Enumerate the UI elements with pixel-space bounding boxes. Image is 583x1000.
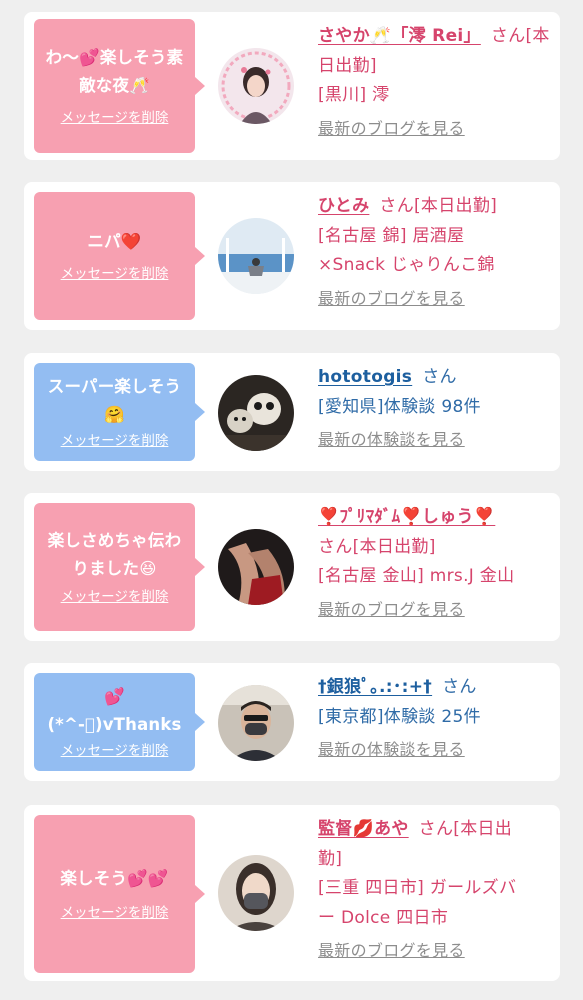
sender-status: さん[本日出勤] (379, 196, 498, 216)
avatar[interactable] (218, 218, 294, 294)
shop-label: [名古屋 金山] mrs.J 金山 (318, 566, 515, 586)
sender-name-link[interactable]: ❣️ﾌﾟﾘﾏﾀﾞﾑ❣️しゅう❣️ (318, 507, 495, 527)
shop-label: [黒川] 澪 (318, 85, 390, 105)
sender-info: ❣️ﾌﾟﾘﾏﾀﾞﾑ❣️しゅう❣️ さん[本日出勤] [名古屋 金山] mrs.J… (318, 503, 550, 624)
shop-label: [名古屋 錦] 居酒屋 ×Snack じゃりんこ錦 (318, 225, 495, 276)
sender-name-link[interactable]: 監督💋あや (318, 819, 409, 839)
sender-status: さん (422, 367, 457, 387)
delete-message-link[interactable]: メッセージを削除 (61, 431, 169, 451)
sender-name-link[interactable]: †銀狼ﾟ｡.:･:+† (318, 677, 432, 697)
latest-blog-link[interactable]: 最新のブログを見る (318, 115, 550, 143)
message-bubble: 💕 (*^-ﾟ)vThanks メッセージを削除 (34, 673, 205, 771)
list-item: 💕 (*^-ﾟ)vThanks メッセージを削除 †銀狼ﾟ｡.:･:+† さん [… (24, 663, 560, 781)
latest-blog-link[interactable]: 最新のブログを見る (318, 937, 550, 965)
message-bubble: 楽しそう💕💕 メッセージを削除 (34, 815, 205, 973)
message-bubble: わ〜💕楽しそう素 敵な夜🥂 メッセージを削除 (34, 19, 205, 153)
message-text: ニパ❤️ (87, 232, 142, 251)
avatar[interactable] (218, 685, 294, 761)
sender-status: さん[本日出勤] (318, 536, 436, 557)
message-bubble: 楽しさめちゃ伝わ りました😆 メッセージを削除 (34, 503, 205, 631)
avatar[interactable] (218, 529, 294, 605)
sender-info: 監督💋あや さん[本日出 勤] [三重 四日市] ガールズバ ー Dolce 四日… (318, 815, 550, 965)
latest-blog-link[interactable]: 最新のブログを見る (318, 596, 550, 624)
message-text: 楽しさめちゃ伝わ りました😆 (47, 531, 182, 578)
avatar[interactable] (218, 48, 294, 124)
sender-name-link[interactable]: さやか🥂「澪 Rei」 (318, 26, 481, 46)
message-text: スーパー楽しそう 🤗 (47, 377, 182, 424)
sender-name-link[interactable]: ひとみ (318, 196, 369, 216)
list-item: 楽しさめちゃ伝わ りました😆 メッセージを削除 ❣️ﾌﾟﾘﾏﾀﾞﾑ❣️しゅう❣️… (24, 493, 560, 641)
review-count-label: [愛知県]体験談 98件 (318, 396, 481, 417)
list-item: わ〜💕楽しそう素 敵な夜🥂 メッセージを削除 さやか🥂「澪 Rei」 さん[本日出… (24, 12, 560, 160)
delete-message-link[interactable]: メッセージを削除 (61, 741, 169, 761)
avatar[interactable] (218, 855, 294, 931)
sender-info: さやか🥂「澪 Rei」 さん[本日出勤] [黒川] 澪 最新のブログを見る (318, 22, 550, 143)
user-photo-icon (218, 855, 294, 931)
sender-info: †銀狼ﾟ｡.:･:+† さん [東京都]体験談 25件 最新の体験談を見る (318, 673, 550, 764)
list-item: スーパー楽しそう 🤗 メッセージを削除 hototogis さん [愛知県]体験談… (24, 353, 560, 471)
sender-info: ひとみ さん[本日出勤] [名古屋 錦] 居酒屋 ×Snack じゃりんこ錦 最新… (318, 192, 550, 313)
latest-review-link[interactable]: 最新の体験談を見る (318, 426, 550, 454)
user-photo-icon (218, 218, 294, 294)
delete-message-link[interactable]: メッセージを削除 (61, 264, 169, 284)
list-item: 楽しそう💕💕 メッセージを削除 監督💋あや さん[本日出 勤] [三重 四日市] … (24, 805, 560, 981)
sender-status: さん (442, 677, 477, 697)
delete-message-link[interactable]: メッセージを削除 (61, 108, 169, 128)
latest-blog-link[interactable]: 最新のブログを見る (318, 285, 550, 313)
message-text: わ〜💕楽しそう素 敵な夜🥂 (45, 48, 184, 95)
delete-message-link[interactable]: メッセージを削除 (61, 587, 169, 607)
user-photo-icon (218, 529, 294, 605)
sender-name-link[interactable]: hototogis (318, 367, 412, 387)
latest-review-link[interactable]: 最新の体験談を見る (318, 736, 550, 764)
avatar[interactable] (218, 375, 294, 451)
list-item: ニパ❤️ メッセージを削除 ひとみ さん[本日出勤] [名古屋 錦] 居酒屋 ×S… (24, 182, 560, 330)
user-photo-icon (218, 685, 294, 761)
message-bubble: スーパー楽しそう 🤗 メッセージを削除 (34, 363, 205, 461)
message-list: わ〜💕楽しそう素 敵な夜🥂 メッセージを削除 さやか🥂「澪 Rei」 さん[本日出… (0, 0, 583, 1000)
sender-info: hototogis さん [愛知県]体験談 98件 最新の体験談を見る (318, 363, 550, 454)
shop-label: [三重 四日市] ガールズバ ー Dolce 四日市 (318, 878, 517, 928)
message-bubble: ニパ❤️ メッセージを削除 (34, 192, 205, 320)
review-count-label: [東京都]体験談 25件 (318, 706, 481, 727)
message-text: 楽しそう💕💕 (60, 869, 169, 888)
message-text: 💕 (*^-ﾟ)vThanks (47, 687, 182, 734)
delete-message-link[interactable]: メッセージを削除 (61, 903, 169, 923)
user-photo-icon (218, 48, 294, 124)
user-photo-icon (218, 375, 294, 451)
